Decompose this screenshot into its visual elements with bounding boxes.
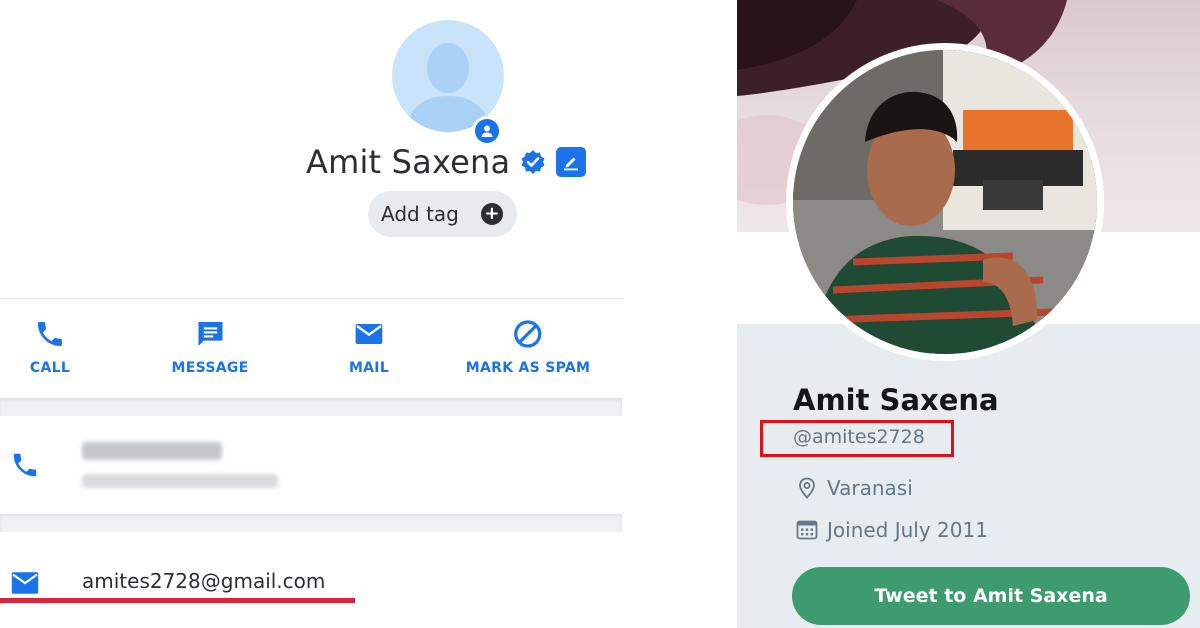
divider: [0, 298, 622, 299]
phone-icon: [13, 453, 37, 477]
email-row-icon: [10, 571, 40, 599]
verified-badge-icon: [521, 150, 545, 174]
mail-icon: [355, 324, 383, 344]
phone-detail-blurred: [82, 474, 278, 488]
contact-name: Amit Saxena: [306, 143, 511, 181]
pencil-icon: [564, 157, 579, 171]
profile-join-date: Joined July 2011: [795, 518, 988, 542]
phone-row[interactable]: [0, 416, 622, 514]
plus-icon: +: [480, 203, 503, 225]
email-highlight-underline: [0, 598, 355, 603]
add-tag-button[interactable]: Add tag +: [368, 191, 517, 237]
message-button[interactable]: MESSAGE: [171, 318, 248, 376]
tweet-to-button[interactable]: Tweet to Amit Saxena: [792, 567, 1190, 625]
calendar-icon: [796, 520, 818, 540]
mail-label: MAIL: [348, 360, 390, 376]
call-label: CALL: [29, 360, 71, 376]
message-icon: [198, 322, 222, 346]
edit-button[interactable]: [556, 147, 587, 177]
profile-name: Amit Saxena: [793, 383, 999, 417]
email-address: amites2728@gmail.com: [82, 569, 326, 593]
message-label: MESSAGE: [171, 360, 249, 376]
twitter-profile-card: Amit Saxena @amites2728 Varanasi Joined …: [737, 0, 1200, 628]
action-bar: CALL MESSAGE MAIL MARK AS SPAM: [0, 300, 622, 396]
mail-icon: [11, 572, 39, 594]
profile-photo[interactable]: [793, 50, 1097, 354]
join-date-text: Joined July 2011: [827, 518, 988, 542]
contact-card: Amit Saxena Add tag + CALL MESSAGE MAIL …: [0, 0, 622, 628]
phone-row-icon: [10, 450, 40, 484]
call-button[interactable]: CALL: [30, 318, 70, 376]
contact-name-row: Amit Saxena: [306, 140, 587, 184]
location-pin-icon: [799, 477, 815, 499]
section-separator: [0, 514, 622, 532]
block-icon: [514, 320, 542, 348]
phone-number-blurred: [82, 442, 222, 460]
email-row[interactable]: amites2728@gmail.com: [0, 532, 622, 628]
add-tag-label: Add tag: [381, 202, 459, 226]
profile-location: Varanasi: [795, 476, 913, 500]
contact-avatar[interactable]: [392, 20, 504, 146]
mark-as-spam-label: MARK AS SPAM: [465, 360, 591, 376]
profile-image: [793, 50, 1097, 354]
mark-as-spam-button[interactable]: MARK AS SPAM: [466, 318, 591, 376]
section-separator: [0, 398, 622, 416]
location-text: Varanasi: [827, 476, 913, 500]
phone-icon: [38, 322, 62, 346]
profile-handle: @amites2728: [793, 426, 925, 448]
mail-button[interactable]: MAIL: [349, 318, 389, 376]
